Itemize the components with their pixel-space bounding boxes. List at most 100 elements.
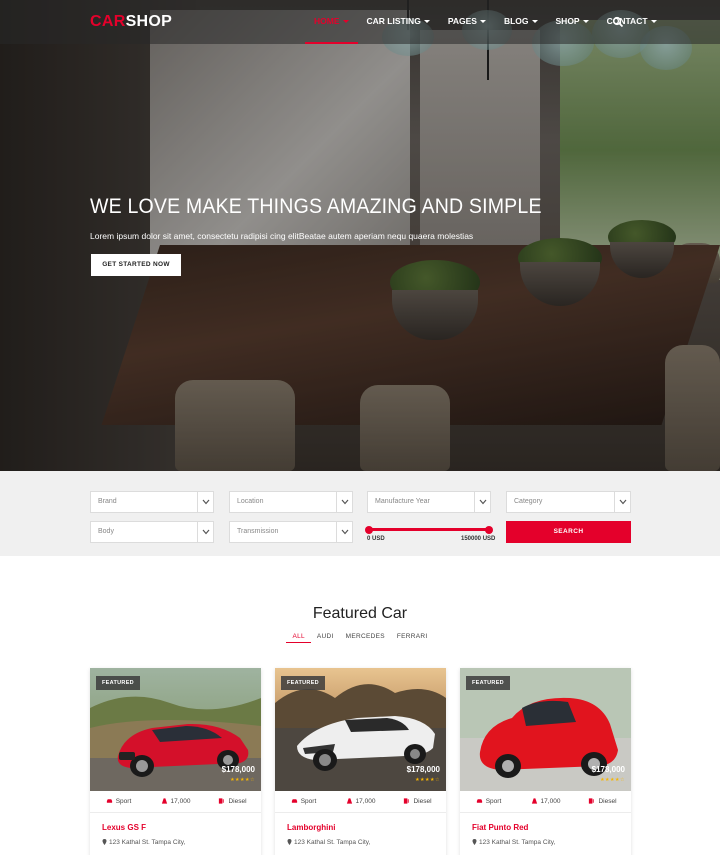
rating-stars: ★★★★☆	[415, 777, 440, 783]
spec-mileage-value: 17,000	[540, 798, 561, 805]
spec-type: Sport	[275, 791, 332, 812]
transmission-select-placeholder: Transmission	[237, 528, 279, 535]
road-icon	[346, 798, 352, 804]
car-icon	[106, 799, 112, 803]
nav-item-label: HOME	[314, 16, 340, 26]
map-pin-icon	[102, 839, 107, 845]
chevron-down-icon	[202, 529, 210, 535]
car-specs: Sport 17,000 Diesel	[460, 791, 631, 813]
category-select[interactable]: Category	[506, 491, 631, 513]
manufacture-year-select[interactable]: Manufacture Year	[367, 491, 491, 513]
car-name-link[interactable]: Lamborghini	[287, 823, 335, 832]
nav-item-home[interactable]: HOME	[305, 0, 358, 44]
chevron-down-icon	[479, 20, 486, 24]
logo-part-car: CAR	[90, 13, 126, 30]
price-range-slider[interactable]	[365, 525, 493, 534]
spec-type-value: Sport	[300, 798, 317, 805]
featured-badge: FEATURED	[466, 676, 510, 690]
filter-tab-all[interactable]: ALL	[286, 633, 311, 643]
location-select[interactable]: Location	[229, 491, 353, 513]
nav-item-blog[interactable]: BLOG	[495, 0, 547, 44]
hero-subtitle: Lorem ipsum dolor sit amet, consectetu r…	[90, 231, 474, 241]
chevron-down-icon	[341, 499, 349, 505]
spec-mileage: 17,000	[332, 791, 389, 812]
spec-fuel-value: Diesel	[598, 798, 617, 805]
car-price: $178,000	[406, 765, 440, 774]
nav-item-label: BLOG	[503, 16, 529, 26]
fuel-pump-icon	[589, 798, 595, 804]
car-name-link[interactable]: Lexus GS F	[102, 823, 146, 832]
car-price: $178,000	[221, 765, 255, 774]
car-icon	[291, 799, 297, 803]
location-select-placeholder: Location	[237, 498, 264, 505]
filter-tab-ferrari[interactable]: FERRARI	[391, 633, 434, 643]
car-specs: Sport 17,000 Diesel	[90, 791, 261, 813]
spec-mileage: 17,000	[147, 791, 204, 812]
body-select[interactable]: Body	[90, 521, 214, 543]
car-address-text: 123 Kathal St. Tampa City,	[479, 839, 556, 846]
price-max-label: 150000 USD	[461, 536, 496, 542]
chevron-down-icon	[531, 20, 538, 24]
spec-fuel: Diesel	[574, 791, 631, 812]
spec-fuel-value: Diesel	[228, 798, 247, 805]
logo-part-shop: SHOP	[125, 13, 173, 30]
search-icon[interactable]	[612, 16, 624, 28]
car-card[interactable]: FEATURED $178,000 ★★★★☆ Sport 17,000 Die…	[460, 668, 631, 855]
brand-select-placeholder: Brand	[98, 498, 117, 505]
fuel-pump-icon	[219, 798, 225, 804]
get-started-button[interactable]: GET STARTED NOW	[91, 254, 181, 276]
nav-item-label: SHOP	[555, 16, 580, 26]
spec-mileage-value: 17,000	[355, 798, 376, 805]
car-price: $178,000	[591, 765, 625, 774]
nav-item-shop[interactable]: SHOP	[547, 0, 598, 44]
car-icon	[476, 799, 482, 803]
chevron-down-icon	[582, 20, 589, 24]
nav-item-pages[interactable]: PAGES	[439, 0, 495, 44]
chevron-down-icon	[202, 499, 210, 505]
car-search-panel	[0, 471, 720, 556]
price-min-label: 0 USD	[367, 536, 385, 542]
price-min-handle[interactable]	[365, 525, 373, 534]
nav-item-contact[interactable]: CONTACT	[598, 0, 666, 44]
chevron-down-icon	[650, 20, 657, 24]
car-address-text: 123 Kathal St. Tampa City,	[294, 839, 371, 846]
map-pin-icon	[472, 839, 477, 845]
car-address: 123 Kathal St. Tampa City,	[287, 839, 370, 846]
road-icon	[161, 798, 167, 804]
section-title: Featured Car	[312, 605, 408, 622]
category-select-placeholder: Category	[514, 498, 543, 505]
car-address: 123 Kathal St. Tampa City,	[102, 839, 185, 846]
manufacture-year-placeholder: Manufacture Year	[375, 498, 430, 505]
site-logo[interactable]: CARSHOP	[90, 13, 172, 31]
transmission-select[interactable]: Transmission	[229, 521, 353, 543]
filter-tab-audi[interactable]: AUDI	[311, 633, 340, 643]
map-pin-icon	[287, 839, 292, 845]
chevron-down-icon	[342, 20, 349, 24]
nav-item-label: PAGES	[447, 16, 477, 26]
search-button[interactable]: SEARCH	[506, 521, 631, 543]
car-address-text: 123 Kathal St. Tampa City,	[109, 839, 186, 846]
car-name-link[interactable]: Fiat Punto Red	[472, 823, 528, 832]
car-card[interactable]: FEATURED $178,000 ★★★★☆ Sport 17,000 Die…	[90, 668, 261, 855]
nav-item-car-listing[interactable]: CAR LISTING	[358, 0, 439, 44]
car-card[interactable]: FEATURED $178,000 ★★★★☆ Sport 17,000 Die…	[275, 668, 446, 855]
spec-fuel: Diesel	[204, 791, 261, 812]
brand-select[interactable]: Brand	[90, 491, 214, 513]
spec-fuel: Diesel	[389, 791, 446, 812]
chevron-down-icon	[619, 499, 627, 505]
filter-tab-mercedes[interactable]: MERCEDES	[340, 633, 391, 643]
car-specs: Sport 17,000 Diesel	[275, 791, 446, 813]
top-navbar: CARSHOP HOME CAR LISTING PAGES BLOG SHOP…	[0, 0, 720, 44]
brand-filter-tabs: ALL AUDI MERCEDES FERRARI	[0, 633, 720, 643]
chevron-down-icon	[341, 529, 349, 535]
rating-stars: ★★★★☆	[230, 777, 255, 783]
chevron-down-icon	[423, 20, 430, 24]
featured-badge: FEATURED	[281, 676, 325, 690]
spec-type-value: Sport	[115, 798, 132, 805]
road-icon	[531, 798, 537, 804]
hero-title: WE LOVE MAKE THINGS AMAZING AND SIMPLE	[90, 195, 542, 218]
body-select-placeholder: Body	[98, 528, 114, 535]
spec-fuel-value: Diesel	[413, 798, 432, 805]
price-max-handle[interactable]	[485, 525, 493, 534]
spec-type: Sport	[460, 791, 517, 812]
